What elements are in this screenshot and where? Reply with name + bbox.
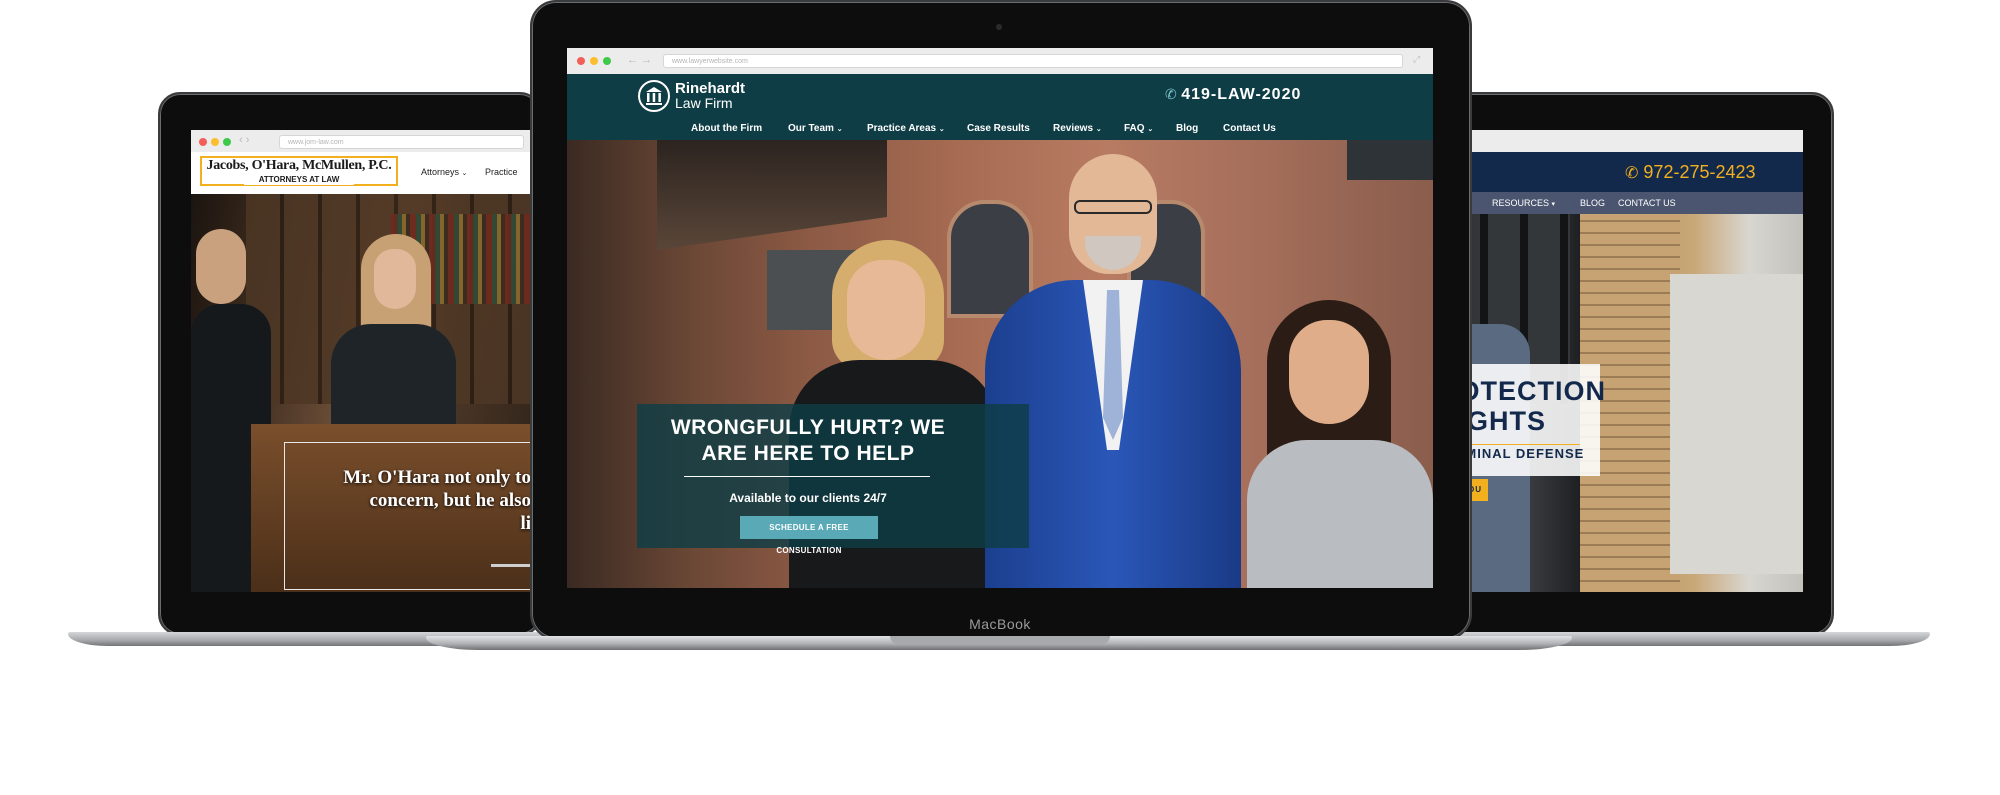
center-screen: ← → www.lawyerwebsite.com ⤢ Rinehardt La… (567, 48, 1433, 588)
nav-our-team[interactable]: Our Team ⌄ (788, 123, 843, 134)
center-hero-divider (684, 476, 930, 477)
chevron-down-icon: ⌄ (1147, 126, 1154, 133)
minimize-dot-icon[interactable] (590, 57, 598, 65)
woman-right-jacket-shape (1247, 440, 1433, 588)
close-dot-icon[interactable] (577, 57, 585, 65)
center-logo[interactable]: Rinehardt Law Firm (637, 79, 757, 113)
center-logo-line2: Law Firm (675, 95, 733, 111)
camera-icon (996, 24, 1002, 30)
nav-faq[interactable]: FAQ ⌄ (1124, 123, 1153, 134)
woman-right-face-shape (1289, 320, 1369, 424)
center-phone-number: 419-LAW-2020 (1181, 86, 1302, 103)
center-hero-line1: WRONGFULLY HURT? WE (670, 416, 946, 439)
center-laptop: MacBook ← → www.lawyerwebsite.com ⤢ Rine… (0, 0, 2000, 795)
woman-left-face-shape (847, 260, 925, 360)
center-phone[interactable]: ✆ 419-LAW-2020 (1165, 86, 1301, 104)
awning-shape (657, 140, 887, 250)
center-hero-image: WRONGFULLY HURT? WE ARE HERE TO HELP Ava… (567, 140, 1433, 588)
center-hero-sub: Available to our clients 24/7 (729, 491, 887, 505)
center-site-header: Rinehardt Law Firm ✆ 419-LAW-2020 (567, 74, 1433, 118)
center-device-label: MacBook (969, 616, 1031, 632)
chevron-down-icon: ⌄ (1095, 126, 1102, 133)
center-hero-line2: ARE HERE TO HELP (701, 442, 915, 465)
maximize-dot-icon[interactable] (603, 57, 611, 65)
nav-about[interactable]: About the Firm (691, 123, 762, 134)
center-logo-line1: Rinehardt (675, 80, 746, 97)
chevron-down-icon: ⌄ (938, 126, 945, 133)
nav-blog[interactable]: Blog (1176, 123, 1198, 134)
nav-reviews-label: Reviews (1053, 123, 1094, 134)
center-cta-button[interactable]: SCHEDULE A FREE CONSULTATION (740, 516, 878, 555)
glasses-shape (1074, 200, 1152, 214)
nav-our-team-label: Our Team (788, 123, 834, 134)
chevron-down-icon: ⌄ (836, 126, 843, 133)
nav-case-results-label: Case Results (967, 123, 1030, 134)
nav-blog-label: Blog (1176, 123, 1199, 134)
nav-contact-label: Contact Us (1223, 123, 1276, 134)
nav-practice-areas[interactable]: Practice Areas ⌄ (867, 123, 945, 134)
back-forward-icon[interactable]: ← → (627, 54, 652, 66)
phone-icon: ✆ (1165, 86, 1177, 102)
nav-practice-areas-label: Practice Areas (867, 123, 937, 134)
nav-contact[interactable]: Contact Us (1223, 123, 1276, 134)
window-shape-3 (1347, 140, 1433, 180)
fullscreen-icon[interactable]: ⤢ (1413, 54, 1420, 65)
center-browser-bar: ← → www.lawyerwebsite.com ⤢ (567, 48, 1433, 75)
columns-seal-icon (638, 80, 670, 112)
nav-about-label: About the Firm (691, 123, 763, 134)
center-nav-bar: About the Firm Our Team ⌄ Practice Areas… (567, 118, 1433, 140)
center-laptop-notch (890, 636, 1110, 644)
nav-faq-label: FAQ (1124, 123, 1145, 134)
center-address-bar[interactable]: www.lawyerwebsite.com (663, 54, 1403, 68)
nav-case-results[interactable]: Case Results (967, 123, 1030, 134)
nav-reviews[interactable]: Reviews ⌄ (1053, 123, 1102, 134)
